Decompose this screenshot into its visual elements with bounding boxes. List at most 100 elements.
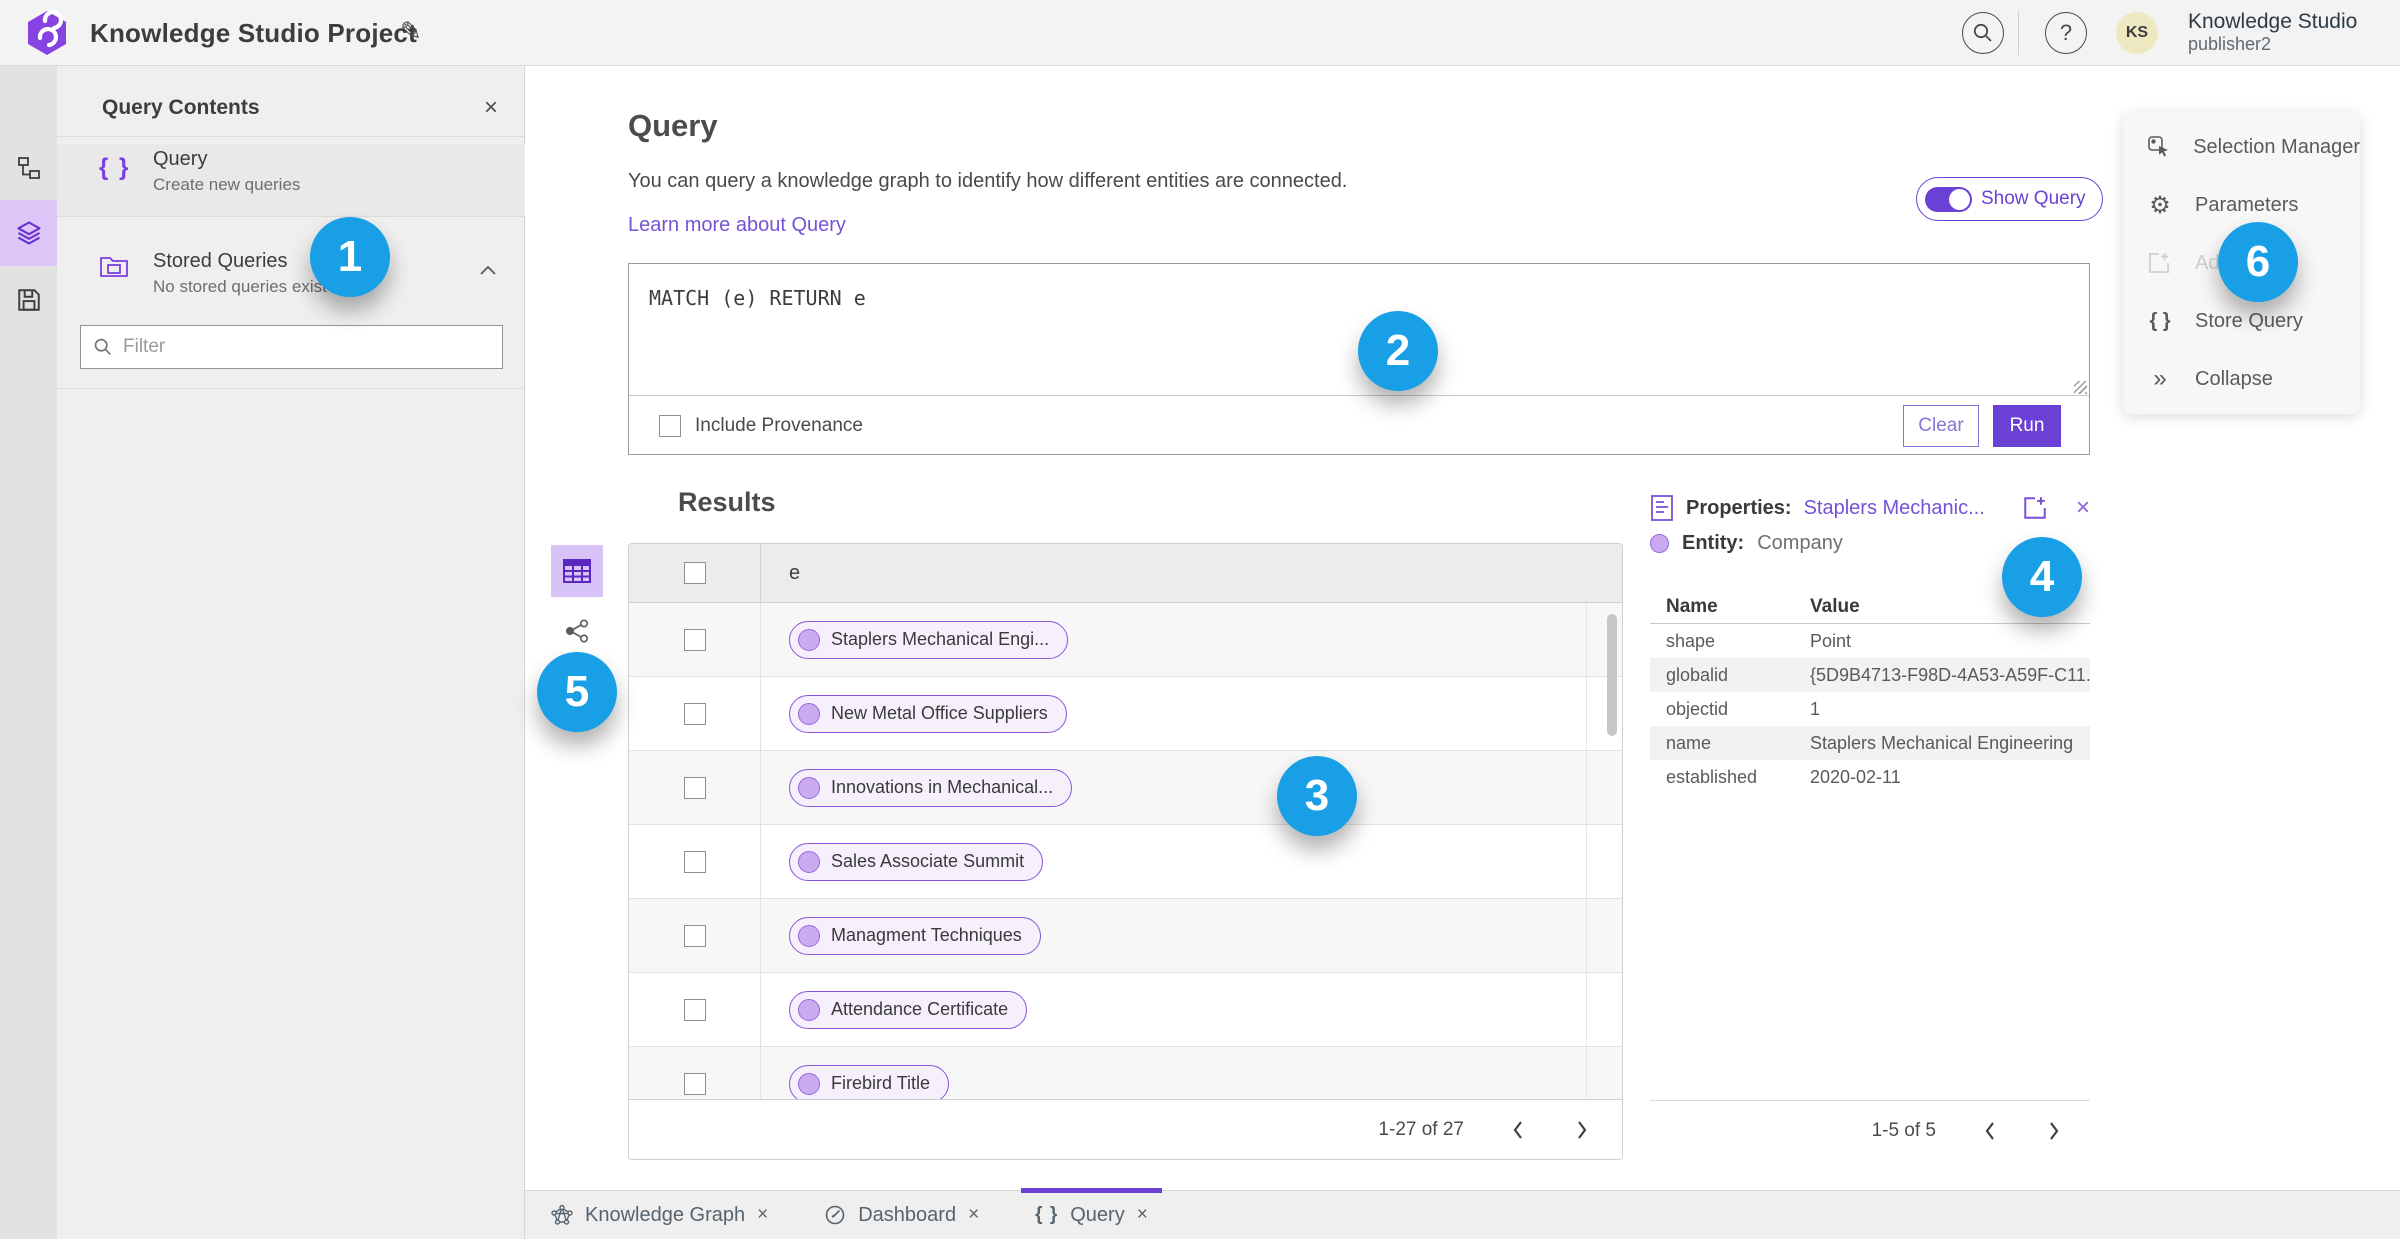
rail-item-layers[interactable] [0, 200, 57, 266]
next-page-button[interactable] [2044, 1117, 2064, 1145]
entity-row: Entity: Company [1650, 532, 1843, 555]
filter-input[interactable] [123, 336, 490, 358]
close-icon[interactable]: × [757, 1204, 768, 1226]
user-info[interactable]: Knowledge Studio publisher2 [2188, 10, 2357, 55]
entity-pill[interactable]: Firebird Title [789, 1064, 950, 1101]
menu-item-collapse[interactable]: » Collapse [2123, 350, 2360, 408]
caret-up-icon[interactable] [479, 264, 497, 276]
stored-queries-filter [80, 325, 503, 369]
hierarchy-icon [16, 155, 42, 181]
previous-page-button[interactable] [1980, 1117, 2000, 1145]
row-checkbox[interactable] [683, 1072, 706, 1095]
close-properties-icon[interactable]: × [2076, 494, 2090, 522]
property-row[interactable]: objectid 1 [1650, 692, 2090, 726]
show-query-toggle[interactable]: Show Query [1916, 177, 2103, 221]
entity-label: New Metal Office Suppliers [831, 703, 1048, 723]
entity-dot-icon [798, 1072, 820, 1095]
resize-handle[interactable] [2074, 381, 2087, 394]
edit-title-icon[interactable]: ✎ [400, 16, 422, 47]
table-row[interactable]: Attendance Certificate [629, 973, 1622, 1047]
menu-label: Store Query [2195, 309, 2303, 332]
include-provenance-checkbox[interactable] [659, 415, 681, 437]
next-page-button[interactable] [1572, 1116, 1592, 1144]
table-row[interactable]: Innovations in Mechanical... [629, 751, 1622, 825]
tab-dashboard[interactable]: Dashboard × [814, 1191, 989, 1239]
column-header-e[interactable]: e [761, 562, 1622, 585]
menu-item-store-query[interactable]: { } Store Query [2123, 292, 2360, 350]
entity-value: Company [1757, 532, 1843, 554]
learn-more-link[interactable]: Learn more about Query [628, 214, 846, 237]
table-view-button[interactable] [551, 545, 603, 597]
knowledge-graph-icon [551, 1204, 573, 1226]
add-to-selection-icon[interactable] [2022, 495, 2048, 521]
row-checkbox[interactable] [683, 998, 706, 1021]
property-row[interactable]: established 2020-02-11 [1650, 760, 2090, 794]
property-value: Point [1810, 630, 1852, 651]
header-divider [2018, 11, 2019, 55]
search-button[interactable] [1962, 12, 2004, 54]
row-checkbox[interactable] [683, 776, 706, 799]
clear-button[interactable]: Clear [1903, 405, 1979, 447]
table-row[interactable]: Staplers Mechanical Engi... [629, 603, 1622, 677]
bottom-tab-bar: Knowledge Graph × Dashboard × { } Query … [525, 1188, 2400, 1239]
tab-label: Knowledge Graph [585, 1203, 746, 1226]
table-row[interactable]: Firebird Title [629, 1047, 1622, 1101]
previous-page-button[interactable] [1508, 1116, 1528, 1144]
entity-pill[interactable]: Attendance Certificate [789, 990, 1028, 1029]
row-checkbox[interactable] [683, 628, 706, 651]
rail-item-save[interactable] [0, 268, 57, 332]
entity-dot-icon [798, 924, 820, 947]
chevron-left-icon [1984, 1121, 1996, 1141]
show-query-label: Show Query [1981, 188, 2086, 209]
help-button[interactable]: ? [2045, 12, 2087, 54]
panel-close-icon[interactable]: × [484, 94, 498, 122]
panel-item-query[interactable]: { } Query Create new queries [57, 144, 525, 216]
table-row[interactable]: Sales Associate Summit [629, 825, 1622, 899]
properties-entity-link[interactable]: Staplers Mechanic... [1804, 497, 1985, 520]
entity-dot-icon [798, 702, 820, 725]
row-checkbox[interactable] [683, 924, 706, 947]
property-value: 1 [1810, 698, 1821, 719]
help-icon: ? [2059, 20, 2073, 45]
include-provenance-label: Include Provenance [695, 415, 863, 436]
entity-pill[interactable]: New Metal Office Suppliers [789, 694, 1067, 733]
menu-item-selection-manager[interactable]: Selection Manager [2123, 118, 2360, 176]
entity-label: Staplers Mechanical Engi... [831, 629, 1050, 649]
callout-4: 4 [2002, 537, 2082, 617]
results-scrollbar[interactable] [1606, 606, 1618, 1098]
select-all-checkbox[interactable] [683, 562, 706, 584]
table-row[interactable]: Managment Techniques [629, 899, 1622, 973]
entity-label: Entity: [1682, 532, 1745, 554]
tab-query-active[interactable]: { } Query × [1021, 1188, 1162, 1239]
pagination-range: 1-5 of 5 [1871, 1119, 1936, 1141]
table-row[interactable]: New Metal Office Suppliers [629, 677, 1622, 751]
query-contents-panel: Query Contents × { } Query Create new qu… [57, 66, 525, 1239]
entity-pill[interactable]: Sales Associate Summit [789, 842, 1044, 881]
results-pagination: 1-27 of 27 [629, 1099, 1622, 1159]
rail-item-schema[interactable] [0, 136, 57, 200]
layers-icon [15, 219, 43, 247]
row-checkbox[interactable] [683, 702, 706, 725]
property-name: objectid [1666, 698, 1729, 719]
user-avatar[interactable]: KS [2116, 12, 2158, 54]
search-icon [93, 337, 113, 357]
close-icon[interactable]: × [1137, 1204, 1148, 1226]
entity-label: Managment Techniques [831, 925, 1022, 945]
entity-pill[interactable]: Managment Techniques [789, 916, 1041, 955]
run-button[interactable]: Run [1993, 405, 2061, 447]
entity-pill[interactable]: Innovations in Mechanical... [789, 768, 1073, 807]
column-header-name[interactable]: Name [1650, 596, 1810, 618]
query-editor[interactable]: MATCH (e) RETURN e [629, 264, 2089, 395]
scrollbar-thumb[interactable] [1607, 614, 1617, 736]
graph-view-button[interactable] [558, 612, 596, 650]
menu-label: Ad [2195, 251, 2220, 274]
property-row[interactable]: shape Point [1650, 624, 2090, 658]
property-row[interactable]: globalid {5D9B4713-F98D-4A53-A59F-C11... [1650, 658, 2090, 692]
panel-item-stored-queries[interactable]: Stored Queries No stored queries exist [57, 246, 525, 314]
tab-knowledge-graph[interactable]: Knowledge Graph × [541, 1191, 778, 1239]
row-checkbox[interactable] [683, 850, 706, 873]
app-logo-icon[interactable] [24, 10, 70, 56]
close-icon[interactable]: × [968, 1204, 979, 1226]
entity-pill[interactable]: Staplers Mechanical Engi... [789, 620, 1069, 659]
property-row[interactable]: name Staplers Mechanical Engineering [1650, 726, 2090, 760]
